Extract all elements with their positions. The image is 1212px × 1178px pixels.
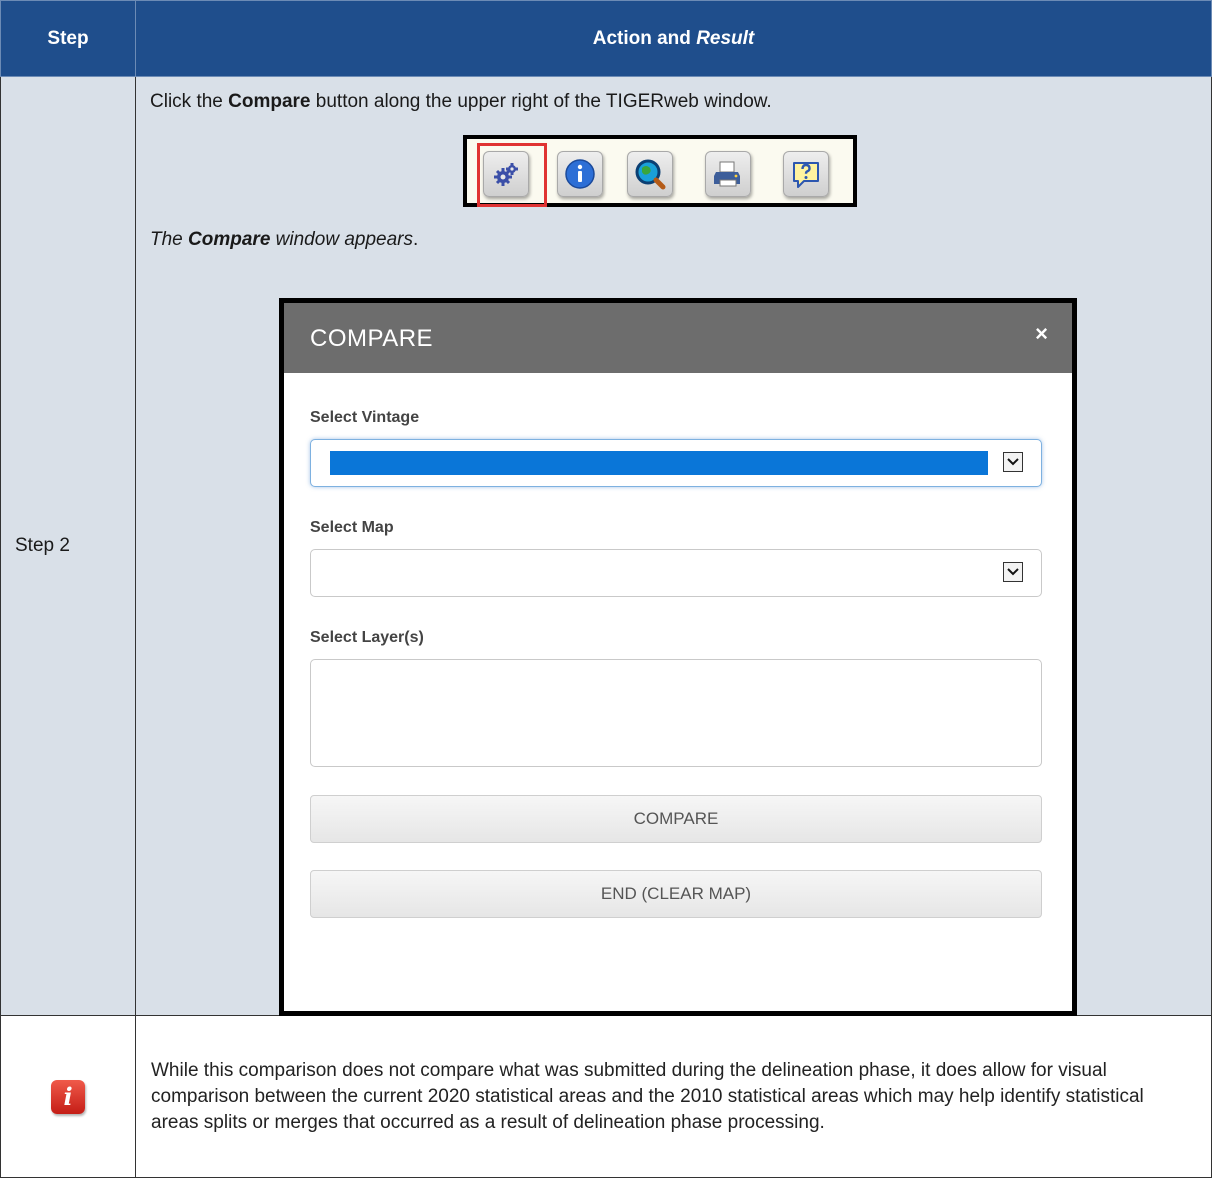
close-icon[interactable]: ×	[1035, 321, 1048, 347]
chevron-down-icon[interactable]	[1003, 452, 1023, 472]
print-icon[interactable]	[705, 151, 751, 197]
note-cell: While this comparison does not compare w…	[135, 1015, 1212, 1178]
step-header-text: Step	[47, 27, 89, 49]
instruction-after: button along the upper right of the TIGE…	[310, 91, 772, 112]
result-text: The Compare window appears.	[150, 229, 418, 251]
result-after: window appears	[270, 229, 413, 250]
vintage-label: Select Vintage	[310, 409, 420, 426]
vintage-selected-option	[330, 451, 988, 475]
compare-highlight-box	[477, 143, 547, 207]
result-trail: .	[412, 229, 419, 250]
result-bold: Compare	[188, 229, 271, 250]
note-icon-cell: i	[0, 1015, 136, 1178]
result-before: The	[150, 229, 189, 250]
map-select[interactable]	[310, 549, 1042, 597]
dialog-title: COMPARE	[310, 325, 434, 352]
help-icon[interactable]	[783, 151, 829, 197]
layers-list[interactable]	[310, 659, 1042, 767]
result-header-text: Result	[696, 27, 755, 49]
instruction-before: Click the	[150, 91, 229, 112]
instruction-bold: Compare	[228, 91, 311, 112]
note-text: While this comparison does not compare w…	[151, 1059, 1144, 1133]
procedure-table: Step Action and Result Step 2 Click the …	[0, 0, 1212, 1178]
table-row: i While this comparison does not compare…	[0, 1015, 1212, 1178]
dialog-header: COMPARE ×	[284, 303, 1072, 373]
map-label: Select Map	[310, 519, 394, 536]
step-column-header: Step	[0, 0, 136, 77]
action-header-text: Action and	[592, 27, 697, 49]
info-icon: i	[51, 1079, 85, 1114]
table-header-row: Step Action and Result	[0, 0, 1212, 77]
layers-label: Select Layer(s)	[310, 629, 424, 646]
compare-dialog-screenshot: COMPARE × Select Vintage Select Map Sele…	[279, 298, 1077, 1016]
table-row: Step 2 Click the Compare button along th…	[0, 76, 1212, 1016]
end-clear-map-button[interactable]: END (CLEAR MAP)	[310, 870, 1042, 918]
action-column-header: Action and Result	[135, 0, 1212, 77]
zoom-icon[interactable]	[627, 151, 673, 197]
compare-button[interactable]: COMPARE	[310, 795, 1042, 843]
chevron-down-icon[interactable]	[1003, 562, 1023, 582]
instruction-text: Click the Compare button along the upper…	[150, 91, 772, 113]
step-label-cell: Step 2	[0, 76, 136, 1016]
step-label: Step 2	[15, 535, 70, 556]
toolbar-screenshot	[463, 135, 857, 207]
vintage-select[interactable]	[310, 439, 1042, 487]
info-icon[interactable]	[557, 151, 603, 197]
action-cell: Click the Compare button along the upper…	[135, 76, 1212, 1016]
